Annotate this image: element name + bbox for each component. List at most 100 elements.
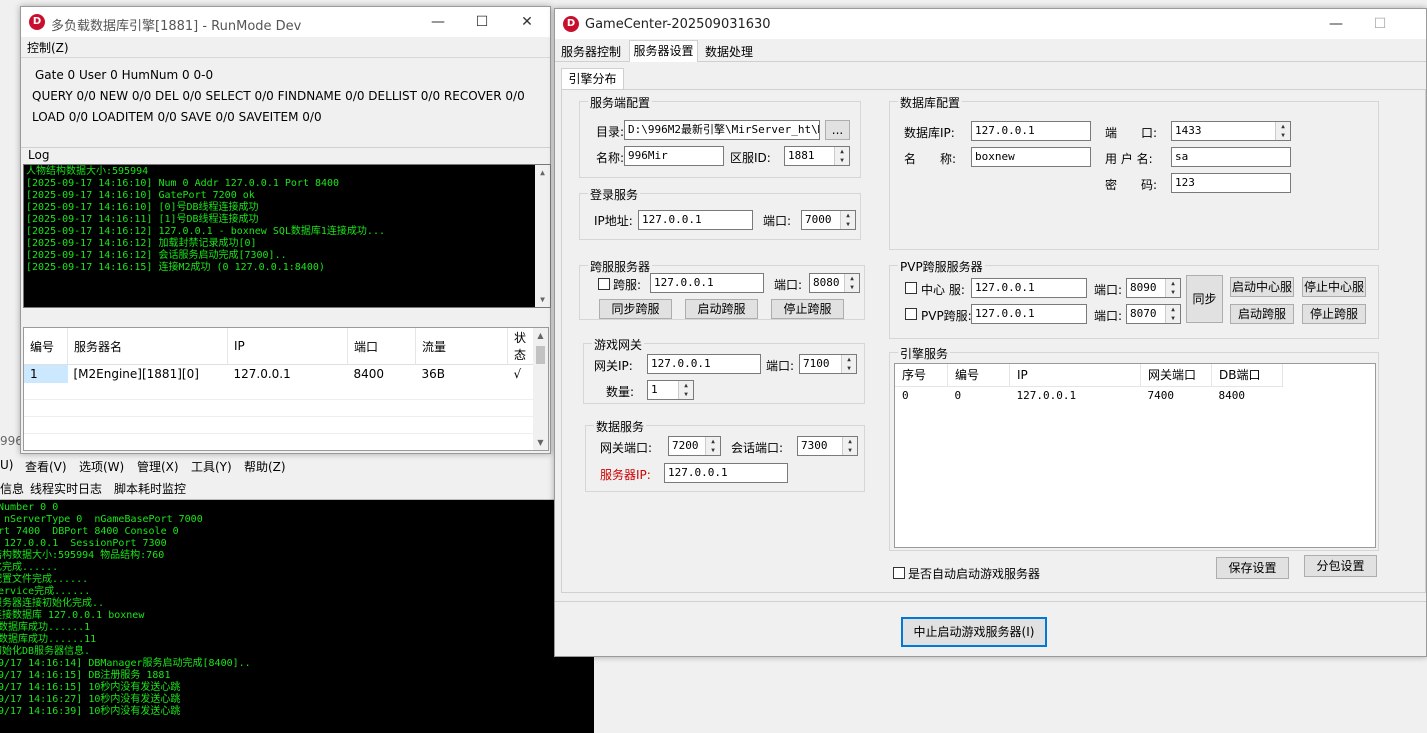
col-header[interactable]: 端口 [347,328,416,365]
db-name-input[interactable]: boxnew [971,147,1091,167]
group-login-service: 登录服务 IP地址: 127.0.0.1 端口: 7000 ▲ ▼ [579,186,861,240]
spin-arrows-icon[interactable]: ▲ ▼ [840,211,855,229]
scroll-up-icon[interactable]: ▲ [533,328,548,343]
col-header[interactable]: IP [227,328,348,365]
login-ip-input[interactable]: 127.0.0.1 [638,210,753,230]
stop-cross-button[interactable]: 停止跨服 [771,299,844,319]
scroll-down-icon[interactable]: ▼ [533,435,548,450]
center-checkbox[interactable] [905,282,917,294]
tab-server-settings[interactable]: 服务器设置 [629,40,698,62]
col-header[interactable]: 编号 [947,364,1010,387]
col-header[interactable]: 序号 [895,364,948,387]
bg-menu-options[interactable]: 选项(W) [79,458,124,475]
save-settings-button[interactable]: 保存设置 [1216,557,1289,579]
log-scrollbar[interactable]: ▲ ▼ [535,165,550,307]
sync-cross-button[interactable]: 同步跨服 [599,299,672,319]
col-header[interactable]: IP [1009,364,1141,387]
db-pwd-input[interactable]: 123 [1171,173,1291,193]
cross-checkbox[interactable] [598,278,610,290]
menu-control[interactable]: 控制(Z) [27,39,69,56]
minimize-icon[interactable]: — [427,11,449,33]
bg-tab-thread-log[interactable]: 线程实时日志 [30,480,102,497]
spin-arrows-icon[interactable]: ▲ ▼ [678,381,693,399]
tab-data-processing[interactable]: 数据处理 [705,43,753,60]
bg-menu-item[interactable]: U) [0,458,13,472]
bg-menu-tools[interactable]: 工具(Y) [191,458,232,475]
spin-arrows-icon[interactable]: ▲ ▼ [705,437,720,455]
pvp-sync-button[interactable]: 同步 [1186,275,1223,323]
db-engine-window: D 多负载数据库引擎[1881] - RunMode Dev — ☐ ✕ 控制(… [20,6,551,454]
bg-menu-manage[interactable]: 管理(X) [137,458,179,475]
scroll-down-icon[interactable]: ▼ [535,292,550,307]
bg-log-line: rNumber 0 0 [0,502,59,513]
zone-stepper[interactable]: 1881 ▲ ▼ [784,146,850,166]
group-game-gateway: 游戏网关 网关IP: 127.0.0.1 端口: 7100 ▲ ▼ 数量: 1 ▲ ▼ [583,336,865,404]
pvp-checkbox[interactable] [905,308,917,320]
log-label: Log [28,148,50,162]
center-ip-input[interactable]: 127.0.0.1 [971,278,1087,298]
log-line: [2025-09-17 14:16:15] 连接M2成功 (0 127.0.0.… [26,262,325,273]
maximize-icon[interactable]: ☐ [1369,13,1391,35]
col-header[interactable]: DB端口 [1211,364,1283,387]
col-header[interactable]: 网关端口 [1140,364,1212,387]
pvp-port-stepper[interactable]: 8070 ▲ ▼ [1126,304,1181,324]
minimize-icon[interactable]: — [1325,13,1347,35]
gw-port-stepper[interactable]: 7100 ▲ ▼ [799,354,857,374]
subtab-engine-distribution[interactable]: 引擎分布 [561,68,624,90]
start-center-button[interactable]: 启动中心服 [1230,277,1294,297]
tab-server-control[interactable]: 服务器控制 [561,43,621,60]
pvp-stop-cross-button[interactable]: 停止跨服 [1302,304,1366,324]
autostart-checkbox[interactable] [893,567,905,579]
start-cross-button[interactable]: 启动跨服 [685,299,758,319]
spin-arrows-icon[interactable]: ▲ ▼ [844,274,859,292]
bg-menu-help[interactable]: 帮助(Z) [244,458,286,475]
db-ip-input[interactable]: 127.0.0.1 [971,121,1091,141]
scroll-up-icon[interactable]: ▲ [535,165,550,180]
pvp-port-label: 端口: [1094,309,1123,323]
spin-arrows-icon[interactable]: ▲ ▼ [1165,305,1180,323]
close-icon[interactable]: ✕ [516,11,538,33]
dir-input[interactable]: D:\996M2最新引擎\MirServer_ht\Mi [624,120,820,140]
col-header[interactable]: 流量 [415,328,508,365]
scroll-thumb[interactable] [536,346,545,364]
browse-button[interactable]: ... [825,120,850,140]
name-input[interactable]: 996Mir [624,146,724,166]
col-header[interactable]: 服务器名 [67,328,228,365]
col-header[interactable]: 编号 [24,328,68,365]
center-port-value: 8090 [1130,281,1157,294]
spin-arrows-icon[interactable]: ▲ ▼ [841,355,856,373]
ds-session-port-stepper[interactable]: 7300 ▲ ▼ [797,436,858,456]
table-row[interactable]: 0 0 127.0.0.1 7400 8400 [895,386,1283,404]
ds-server-ip-input[interactable]: 127.0.0.1 [664,463,788,483]
table-scrollbar[interactable]: ▲ ▼ [533,328,548,450]
table-row[interactable]: 1 [M2Engine][1881][0] 127.0.0.1 8400 36B… [24,364,534,383]
stop-center-button[interactable]: 停止中心服 [1302,277,1366,297]
spin-arrows-icon[interactable]: ▲ ▼ [1275,122,1290,140]
bg-menu-view[interactable]: 查看(V) [25,458,67,475]
pvp-label: PVP跨服: [921,309,972,323]
group-title: 数据服务 [594,418,647,435]
package-settings-button[interactable]: 分包设置 [1304,555,1377,577]
spin-arrows-icon[interactable]: ▲ ▼ [834,147,849,165]
spin-arrows-icon[interactable]: ▲ ▼ [1165,279,1180,297]
gw-count-stepper[interactable]: 1 ▲ ▼ [647,380,694,400]
pvp-start-cross-button[interactable]: 启动跨服 [1230,304,1294,324]
pvp-ip-input[interactable]: 127.0.0.1 [971,304,1087,324]
ds-gw-port-stepper[interactable]: 7200 ▲ ▼ [668,436,721,456]
db-port-stepper[interactable]: 1433 ▲ ▼ [1171,121,1291,141]
login-port-stepper[interactable]: 7000 ▲ ▼ [801,210,856,230]
cross-port-stepper[interactable]: 8080 ▲ ▼ [809,273,860,293]
col-header[interactable]: 状态 [508,328,535,365]
login-port-label: 端口: [763,214,792,228]
stop-game-server-button[interactable]: 中止启动游戏服务器(I) [901,617,1047,647]
log-line: [2025-09-17 14:16:11] [1]号DB线程连接成功 [26,214,259,225]
bg-tab-info[interactable]: 信息 [0,480,24,497]
gw-ip-input[interactable]: 127.0.0.1 [647,354,761,374]
cell-status: √ [513,366,522,381]
center-port-stepper[interactable]: 8090 ▲ ▼ [1126,278,1181,298]
cross-ip-input[interactable]: 127.0.0.1 [650,273,764,293]
bg-tab-script-monitor[interactable]: 脚本耗时监控 [114,480,186,497]
spin-arrows-icon[interactable]: ▲ ▼ [842,437,857,455]
maximize-icon[interactable]: ☐ [471,11,493,33]
db-user-input[interactable]: sa [1171,147,1291,167]
